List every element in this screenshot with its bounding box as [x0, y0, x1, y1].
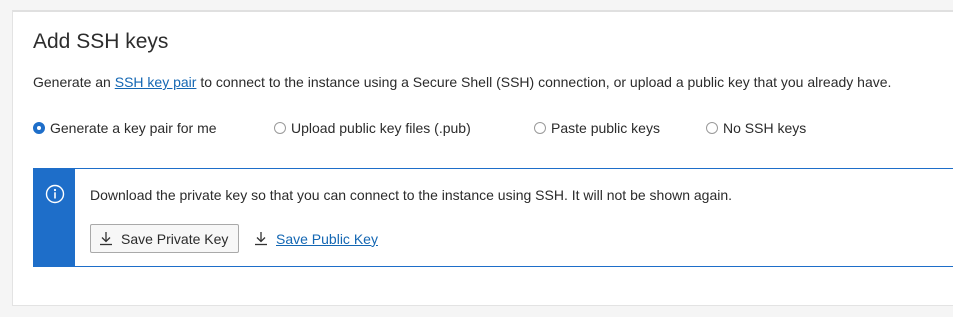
radio-label: No SSH keys	[723, 120, 807, 136]
info-icon	[45, 184, 65, 204]
download-icon	[100, 232, 112, 246]
description-prefix: Generate an	[33, 74, 115, 90]
radio-label: Upload public key files (.pub)	[291, 120, 471, 136]
radio-no-ssh-keys[interactable]: No SSH keys	[706, 120, 806, 136]
radio-button[interactable]	[534, 122, 546, 134]
section-title: Add SSH keys	[33, 30, 169, 53]
download-icon	[255, 232, 267, 246]
notice-message: Download the private key so that you can…	[90, 187, 733, 203]
description-suffix: to connect to the instance using a Secur…	[196, 74, 892, 90]
top-strip	[0, 0, 953, 10]
save-private-key-button[interactable]: Save Private Key	[90, 224, 240, 253]
radio-label: Paste public keys	[551, 120, 660, 136]
info-notice: Download the private key so that you can…	[33, 168, 953, 267]
notice-stripe	[34, 169, 75, 266]
radio-button-checked[interactable]	[33, 122, 45, 134]
radio-paste-public-keys[interactable]: Paste public keys	[534, 120, 660, 136]
radio-generate-key-pair[interactable]: Generate a key pair for me	[33, 120, 217, 136]
radio-upload-public-key-files[interactable]: Upload public key files (.pub)	[274, 120, 471, 136]
radio-button[interactable]	[274, 122, 286, 134]
add-ssh-keys-panel: Add SSH keys Generate an SSH key pair to…	[12, 10, 953, 306]
save-public-key-label: Save Public Key	[276, 230, 378, 247]
section-description: Generate an SSH key pair to connect to t…	[33, 74, 891, 90]
radio-label: Generate a key pair for me	[50, 120, 217, 136]
ssh-key-option-group: Generate a key pair for me Upload public…	[33, 120, 933, 140]
save-public-key-link[interactable]: Save Public Key	[254, 224, 378, 253]
save-private-key-label: Save Private Key	[121, 230, 229, 247]
radio-button[interactable]	[706, 122, 718, 134]
ssh-key-pair-link[interactable]: SSH key pair	[115, 74, 197, 90]
